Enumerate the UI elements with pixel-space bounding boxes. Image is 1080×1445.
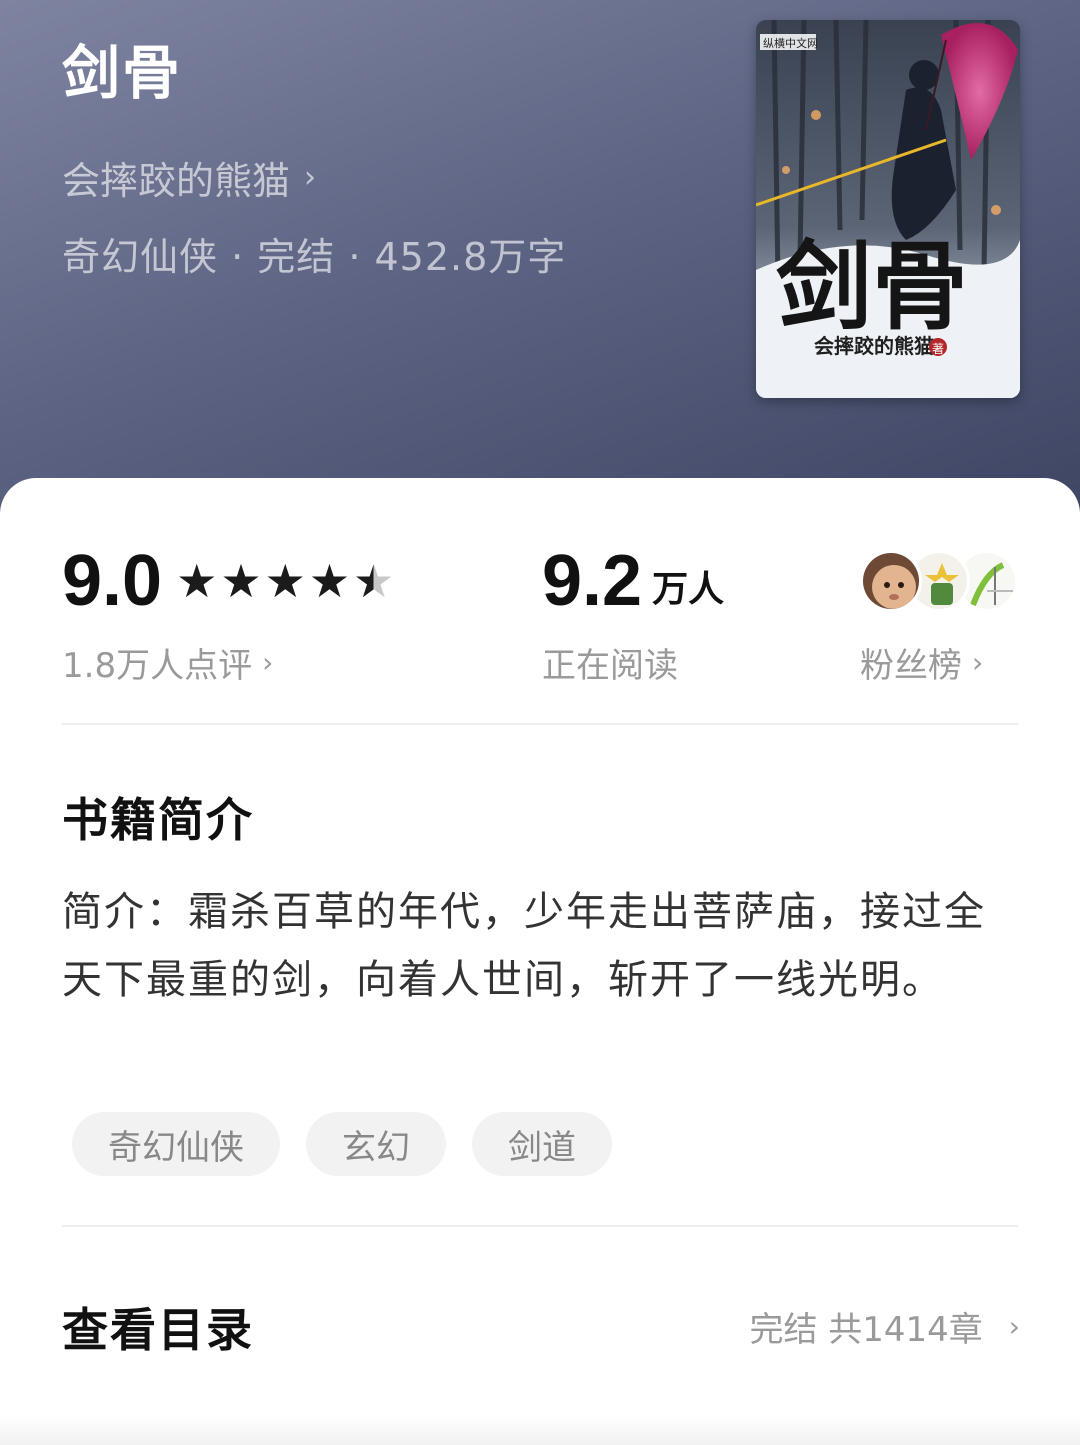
fan-avatars [860, 546, 1020, 616]
cover-art: 剑骨 会摔跤的熊猫 著 纵横中文网 [756, 20, 1020, 398]
book-title: 剑骨 [62, 39, 183, 107]
stats-row: 9.0 ★ ★ ★ ★ ★ 1.8万人点评 › 9.2 万人 正在阅读 粉丝榜 … [0, 478, 1080, 723]
book-info-card: 9.0 ★ ★ ★ ★ ★ 1.8万人点评 › 9.2 万人 正在阅读 粉丝榜 … [0, 478, 1080, 1445]
author-link[interactable]: 会摔跤的熊猫 › [62, 150, 316, 205]
intro-heading: 书籍简介 [62, 793, 254, 847]
fans-label: 粉丝榜 [860, 646, 962, 686]
toc-status: 完结 共1414章 [749, 1310, 983, 1350]
chevron-right-icon: › [304, 160, 317, 195]
fans-block[interactable]: 粉丝榜 › [860, 546, 1020, 687]
book-cover[interactable]: 剑骨 会摔跤的熊猫 著 纵横中文网 [756, 20, 1020, 398]
book-detail-page: 剑骨 会摔跤的熊猫 › 奇幻仙侠 · 完结 · 452.8万字 剑骨 会摔跤的熊… [0, 0, 1080, 1445]
cover-title: 剑骨 [776, 230, 968, 343]
toc-heading: 查看目录 [62, 1303, 254, 1357]
readers-label: 正在阅读 [542, 646, 678, 686]
book-meta: 奇幻仙侠 · 完结 · 452.8万字 [62, 235, 567, 279]
chevron-right-icon: › [972, 646, 984, 679]
divider [62, 1225, 1018, 1227]
rating-stars: ★ ★ ★ ★ ★ [176, 558, 394, 604]
rating-block[interactable]: 9.0 ★ ★ ★ ★ ★ 1.8万人点评 › [62, 541, 394, 687]
rating-value: 9.0 [62, 541, 163, 621]
svg-text:纵横中文网: 纵横中文网 [763, 36, 818, 50]
tag-chip[interactable]: 玄幻 [306, 1112, 446, 1176]
bottom-fade [0, 1415, 1080, 1445]
chevron-right-icon: › [1008, 1310, 1020, 1343]
svg-text:著: 著 [932, 342, 944, 356]
tag-chip[interactable]: 剑道 [472, 1112, 612, 1176]
star-icon: ★ [176, 554, 218, 608]
author-name: 会摔跤的熊猫 [62, 159, 291, 203]
divider [62, 723, 1018, 725]
tag-list: 奇幻仙侠 玄幻 剑道 [72, 1112, 612, 1176]
review-count: 1.8万人点评 [62, 646, 253, 686]
readers-value: 9.2 [542, 541, 643, 621]
star-icon: ★ [264, 554, 306, 608]
star-icon: ★ [220, 554, 262, 608]
readers-unit: 万人 [652, 569, 725, 610]
book-header: 剑骨 会摔跤的熊猫 › 奇幻仙侠 · 完结 · 452.8万字 剑骨 会摔跤的熊… [0, 0, 1080, 520]
table-of-contents-row[interactable]: 查看目录 完结 共1414章 › [0, 1268, 1080, 1378]
intro-text: 简介：霜杀百草的年代，少年走出菩萨庙，接过全天下最重的剑，向着人世间，斩开了一线… [62, 889, 986, 1003]
avatar [860, 550, 922, 612]
half-star-icon: ★ [353, 554, 395, 608]
star-icon: ★ [308, 554, 351, 608]
chevron-right-icon: › [262, 646, 274, 679]
readers-block: 9.2 万人 正在阅读 [542, 541, 725, 687]
tag-chip[interactable]: 奇幻仙侠 [72, 1112, 280, 1176]
cover-author: 会摔跤的熊猫 [814, 334, 934, 358]
